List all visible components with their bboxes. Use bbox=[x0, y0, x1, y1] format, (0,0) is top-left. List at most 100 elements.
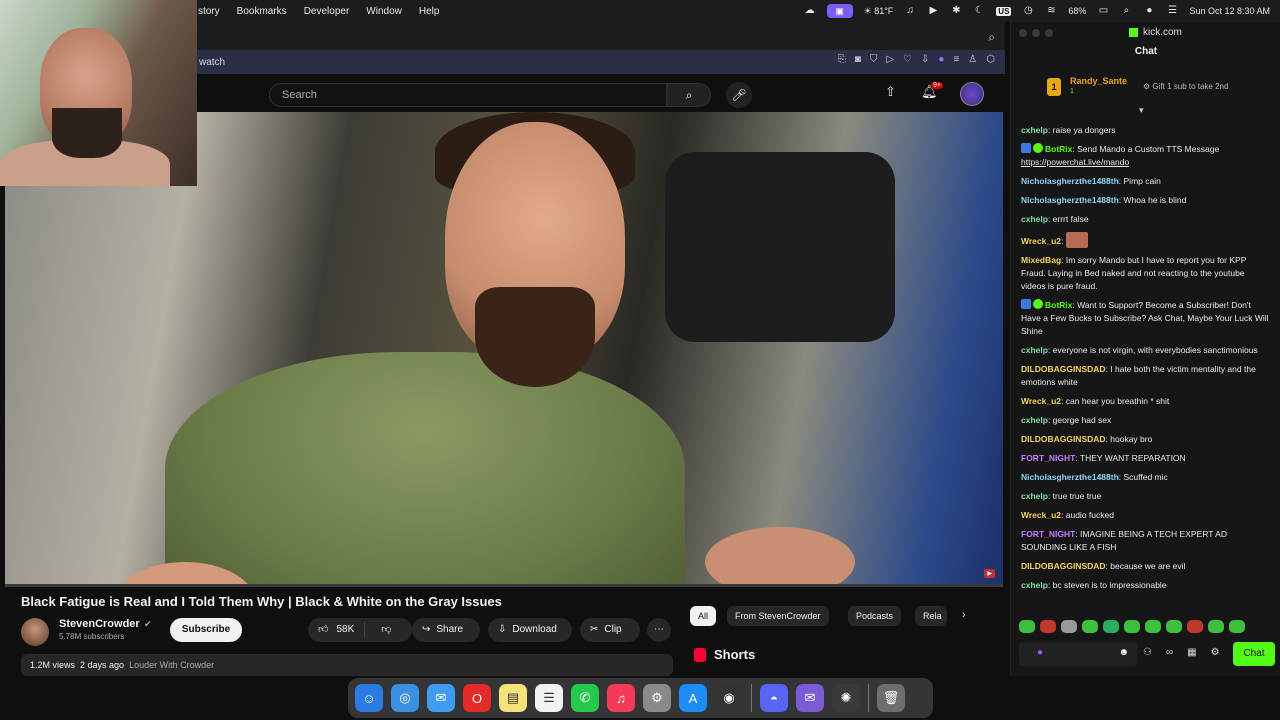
clock-datetime[interactable]: Sun Oct 12 8:30 AM bbox=[1189, 6, 1270, 16]
chat-message[interactable]: DILDOBAGGINSDAD: I hate both the victim … bbox=[1021, 363, 1271, 389]
chat-message[interactable]: Nicholasgherzthe1488th: Pimp cain bbox=[1021, 175, 1271, 188]
search-button[interactable]: ⌕ bbox=[667, 83, 711, 107]
system-settings-icon[interactable]: ⚙ bbox=[643, 684, 671, 712]
chat-message[interactable]: Wreck_u2: bbox=[1021, 232, 1271, 248]
voice-search-button[interactable]: 🎤︎ bbox=[726, 82, 752, 108]
account-avatar[interactable] bbox=[960, 82, 984, 106]
tab-search-icon[interactable]: ⌕ bbox=[988, 30, 995, 45]
chat-username[interactable]: Wreck_u2 bbox=[1021, 236, 1061, 246]
chat-input[interactable]: ● ☻ bbox=[1019, 642, 1137, 666]
gifter-name[interactable]: Randy_Sante bbox=[1070, 76, 1127, 86]
chat-username[interactable]: DILDOBAGGINSDAD bbox=[1021, 364, 1106, 374]
more-actions-button[interactable]: ⋯ bbox=[647, 618, 671, 642]
chat-message-list[interactable]: cxhelp: raise ya dongers BotRix: Send Man… bbox=[1021, 124, 1271, 608]
input-source-badge[interactable]: US bbox=[996, 6, 1012, 16]
chat-username[interactable]: cxhelp bbox=[1021, 491, 1048, 501]
gift-prompt[interactable]: ⚙ Gift 1 sub to take 2nd bbox=[1143, 82, 1228, 91]
upload-icon[interactable]: ⇧ bbox=[885, 84, 896, 100]
chat-username[interactable]: cxhelp bbox=[1021, 214, 1048, 224]
emoji-picker-icon[interactable]: ☻ bbox=[1118, 647, 1129, 658]
chat-message[interactable]: cxhelp: raise ya dongers bbox=[1021, 124, 1271, 137]
wifi-icon[interactable]: ≋ bbox=[1045, 5, 1057, 17]
send-chat-button[interactable]: Chat bbox=[1233, 642, 1275, 666]
cloud-icon[interactable]: ☁ bbox=[804, 5, 816, 17]
calendar-icon[interactable]: ▦ bbox=[1187, 647, 1196, 658]
chat-username[interactable]: cxhelp bbox=[1021, 415, 1048, 425]
channel-avatar[interactable] bbox=[21, 618, 49, 646]
chat-username[interactable]: DILDOBAGGINSDAD bbox=[1021, 561, 1106, 571]
video-description-box[interactable]: 1.2M views 2 days ago Louder With Crowde… bbox=[21, 654, 673, 676]
camera-icon[interactable]: ◙ bbox=[855, 54, 861, 65]
chat-message[interactable]: cxhelp: everyone is not virgin, with eve… bbox=[1021, 344, 1271, 357]
chat-username[interactable]: Nicholasgherzthe1488th bbox=[1021, 176, 1119, 186]
zoom-window-icon[interactable] bbox=[1045, 29, 1053, 37]
chip-related[interactable]: Rela bbox=[915, 606, 947, 626]
chat-username[interactable]: Wreck_u2 bbox=[1021, 510, 1061, 520]
chat-message[interactable]: cxhelp: bc steven is to impressionable bbox=[1021, 579, 1271, 592]
chevron-right-icon[interactable]: › bbox=[962, 609, 966, 621]
settings-gear-icon[interactable]: ⚙ bbox=[1211, 647, 1220, 658]
control-center-icon[interactable]: ☰ bbox=[1166, 5, 1178, 17]
quick-emote-icon[interactable] bbox=[1040, 620, 1056, 633]
chat-link[interactable]: https://powerchat.live/mando bbox=[1021, 157, 1129, 167]
chat-message[interactable]: BotRix: Send Mando a Custom TTS Message h… bbox=[1021, 143, 1271, 169]
mail-icon[interactable]: ✉ bbox=[427, 684, 455, 712]
clock-icon[interactable]: ◷ bbox=[1022, 5, 1034, 17]
chat-message[interactable]: DILDOBAGGINSDAD: because we are evil bbox=[1021, 560, 1271, 573]
chat-username[interactable]: FORT_NIGHT bbox=[1021, 529, 1075, 539]
dislike-button[interactable]: 👎︎ bbox=[371, 618, 401, 642]
extension-active-icon[interactable]: ● bbox=[938, 54, 944, 65]
quick-emote-icon[interactable] bbox=[1187, 620, 1203, 633]
chip-from-channel[interactable]: From StevenCrowder bbox=[727, 606, 829, 626]
chat-username[interactable]: Nicholasgherzthe1488th bbox=[1021, 472, 1119, 482]
chat-message[interactable]: Nicholasgherzthe1488th: Whoa he is blind bbox=[1021, 194, 1271, 207]
obs-icon[interactable]: ◉ bbox=[715, 684, 743, 712]
mail-client-icon[interactable]: ✉ bbox=[796, 684, 824, 712]
finder-icon[interactable]: ☺ bbox=[355, 684, 383, 712]
search-input[interactable]: Search bbox=[269, 83, 667, 107]
chat-username[interactable]: MixedBag bbox=[1021, 255, 1061, 265]
moon-icon[interactable]: ☾ bbox=[973, 5, 985, 17]
forward-icon[interactable]: ▷ bbox=[886, 54, 894, 65]
safari-icon[interactable]: ◎ bbox=[391, 684, 419, 712]
share-page-icon[interactable]: ⎘ bbox=[838, 54, 846, 65]
chat-message[interactable]: Wreck_u2: audio fucked bbox=[1021, 509, 1271, 522]
notes-icon[interactable]: ▤ bbox=[499, 684, 527, 712]
subscribe-button[interactable]: Subscribe bbox=[170, 618, 242, 642]
battery-icon[interactable]: ▭ bbox=[1097, 5, 1109, 17]
whatsapp-icon[interactable]: ✆ bbox=[571, 684, 599, 712]
chat-username[interactable]: DILDOBAGGINSDAD bbox=[1021, 434, 1106, 444]
share-button[interactable]: ↪ Share bbox=[412, 618, 480, 642]
chat-message[interactable]: cxhelp: george had sex bbox=[1021, 414, 1271, 427]
users-icon[interactable]: ⚇ bbox=[1143, 647, 1152, 658]
minimize-window-icon[interactable] bbox=[1032, 29, 1040, 37]
chat-username[interactable]: Wreck_u2 bbox=[1021, 396, 1061, 406]
quick-emote-icon[interactable] bbox=[1103, 620, 1119, 633]
trash-icon[interactable]: 🗑︎ bbox=[877, 684, 905, 712]
download-button[interactable]: ⇩ Download bbox=[488, 618, 572, 642]
chat-message[interactable]: cxhelp: errrt false bbox=[1021, 213, 1271, 226]
person-icon[interactable]: ♙ bbox=[968, 54, 977, 65]
menu-window[interactable]: Window bbox=[366, 6, 402, 17]
video-progress-bar[interactable] bbox=[5, 584, 1003, 587]
chat-username[interactable]: BotRix bbox=[1045, 300, 1072, 310]
play-icon[interactable]: ▶ bbox=[927, 5, 939, 17]
chat-username[interactable]: cxhelp bbox=[1021, 125, 1048, 135]
menu-developer[interactable]: Developer bbox=[304, 6, 350, 17]
like-button[interactable]: 👍︎ 58K bbox=[308, 622, 366, 638]
chat-message[interactable]: BotRix: Want to Support? Become a Subscr… bbox=[1021, 299, 1271, 338]
menu-help[interactable]: Help bbox=[419, 6, 440, 17]
chat-message[interactable]: FORT_NIGHT: IMAGINE BEING A TECH EXPERT … bbox=[1021, 528, 1271, 554]
discord-icon[interactable]: ◓ bbox=[760, 684, 788, 712]
subscribe-watermark[interactable]: ▶ bbox=[984, 569, 995, 578]
reminders-icon[interactable]: ☰ bbox=[535, 684, 563, 712]
menu-bookmarks[interactable]: Bookmarks bbox=[237, 6, 287, 17]
address-bar[interactable]: watch ⎘ ◙ ⛉ ▷ ♡ ⇩ ● ≡ ♙ ⬡ bbox=[197, 50, 1005, 74]
chat-username[interactable]: BotRix bbox=[1045, 144, 1072, 154]
chat-username[interactable]: cxhelp bbox=[1021, 580, 1048, 590]
chat-message[interactable]: Nicholasgherzthe1488th: Scuffed mic bbox=[1021, 471, 1271, 484]
close-window-icon[interactable] bbox=[1019, 29, 1027, 37]
url-text[interactable]: watch bbox=[199, 57, 225, 68]
screen-record-icon[interactable]: ▣ bbox=[826, 4, 853, 18]
chat-message[interactable]: Wreck_u2: can hear you breathin * shit bbox=[1021, 395, 1271, 408]
